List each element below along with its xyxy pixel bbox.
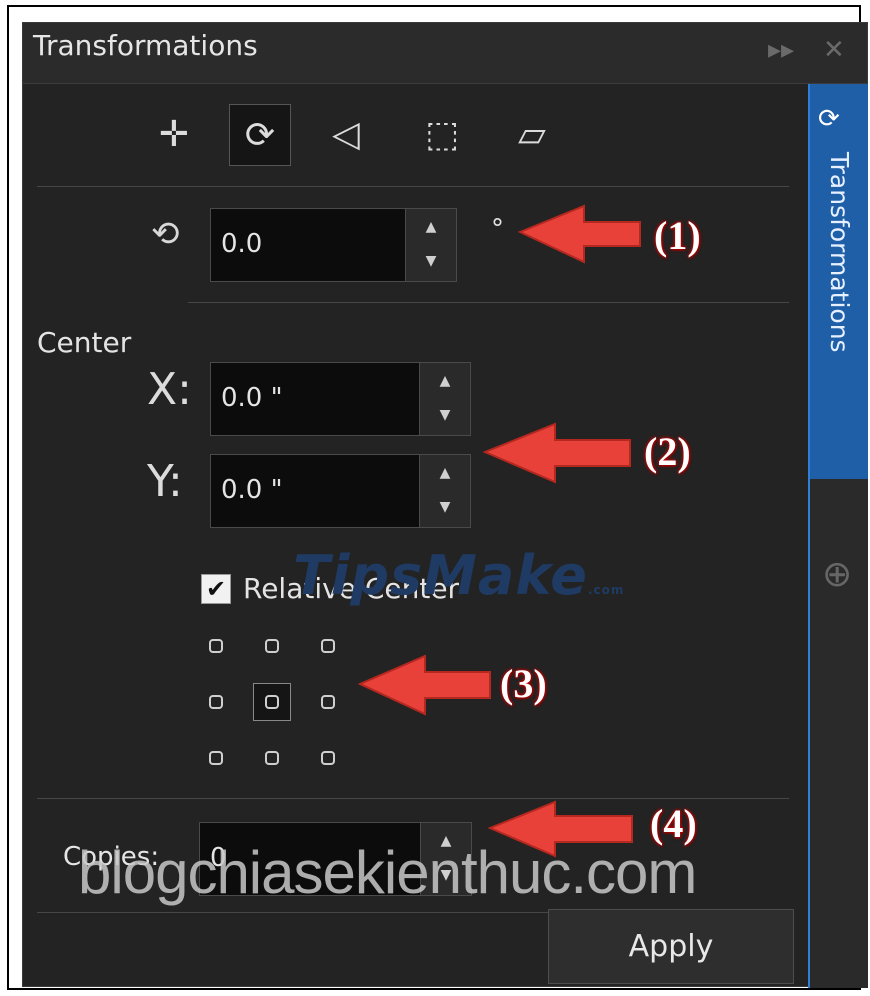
annotation-arrow — [482, 422, 631, 484]
annotation-label-1: (1) — [654, 213, 701, 258]
annotation-label-2: (2) — [644, 429, 691, 474]
annotation-arrow — [517, 204, 641, 264]
annotation-label-4: (4) — [650, 801, 697, 846]
annotation-label-3: (3) — [500, 661, 547, 706]
annotation-arrow — [357, 654, 491, 716]
annotation-arrow — [487, 800, 633, 858]
annotation-arrows — [357, 204, 641, 858]
